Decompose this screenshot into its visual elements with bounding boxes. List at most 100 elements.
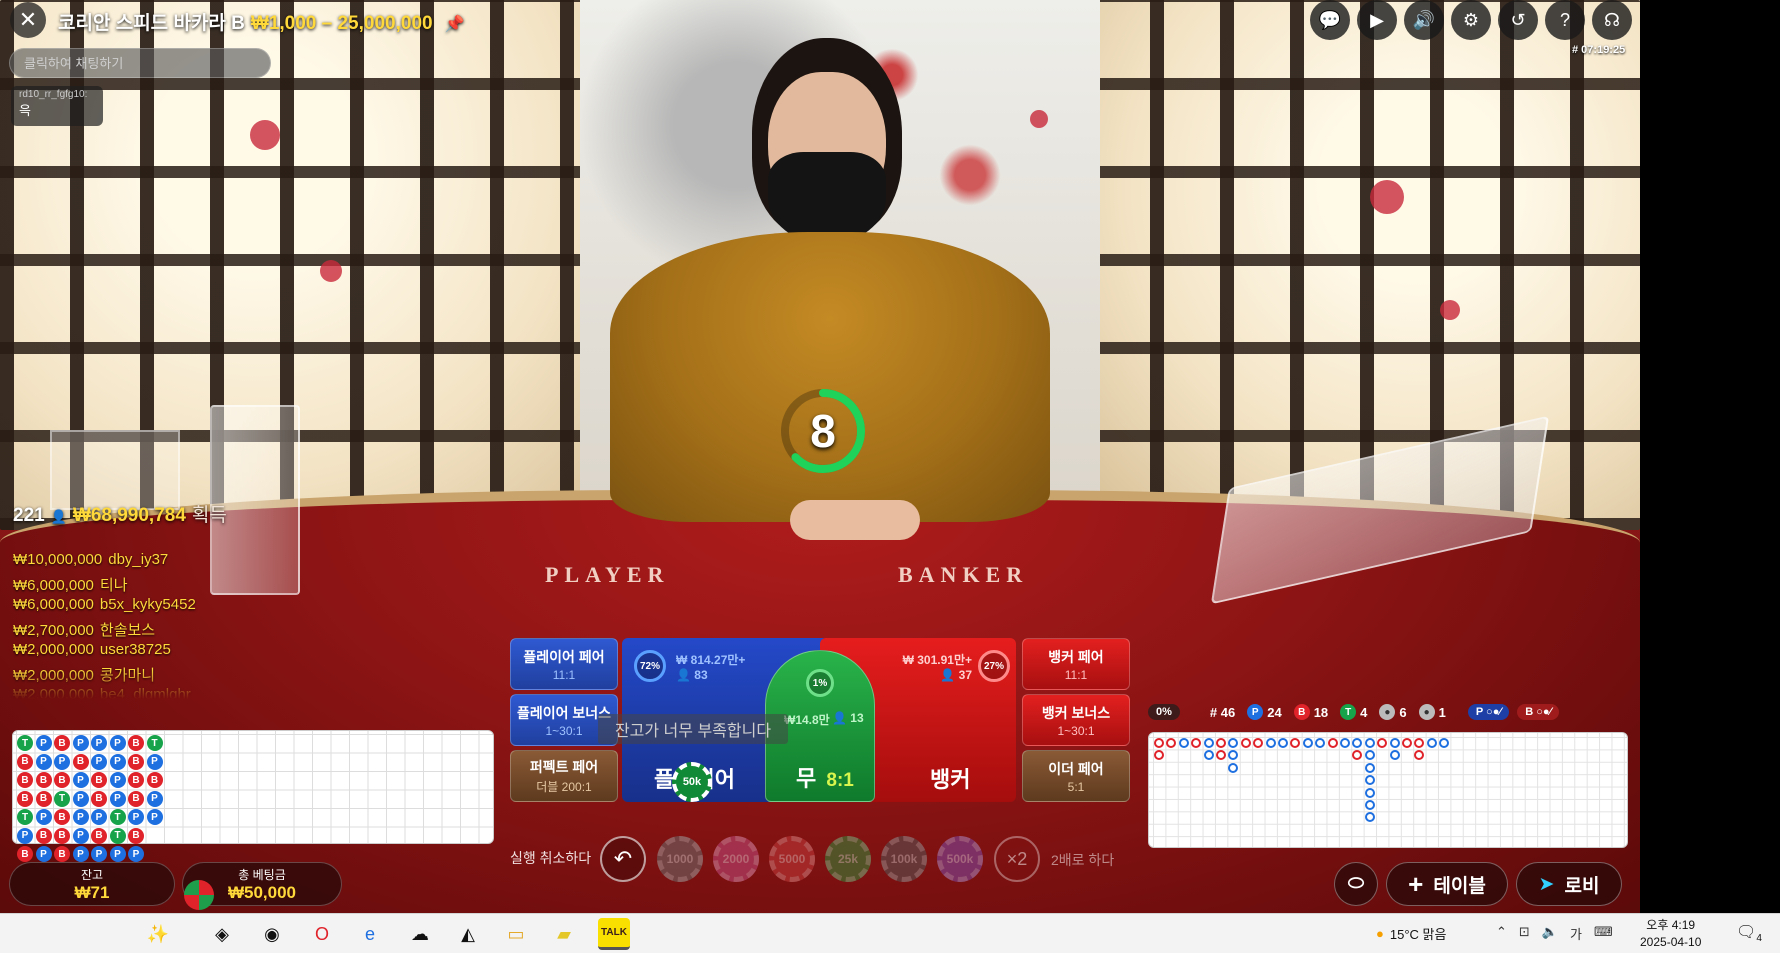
bet-limits: ₩1,000 – 25,000,000 [250,13,433,34]
chat-icon[interactable]: 💬 [1310,0,1350,40]
big-road[interactable] [1148,732,1628,848]
bead-result: P [146,753,163,770]
big-road-mark [1389,750,1400,761]
tie-players: 👤 13 [832,711,864,725]
sound-icon[interactable]: 🔊 [1404,0,1444,40]
history-icon[interactable]: ↺ [1498,0,1538,40]
ie-icon[interactable]: e [354,918,386,950]
dealer-mask [768,152,886,244]
banker-pair-icon: ● [1418,704,1435,720]
weather-widget[interactable]: ● 15°C 맑음 [1376,924,1446,943]
bead-result: P [109,846,126,862]
settings-icon[interactable]: ⚙ [1451,0,1491,40]
close-button[interactable]: ✕ [10,2,46,38]
blossom-decor [250,120,280,150]
clock-date: 2025-04-10 [1640,935,1702,949]
view-toggle-button[interactable]: ⬭ [1334,862,1378,906]
chip-25k[interactable]: 25k [825,836,871,882]
winner-amount: ₩6,000,000 [13,576,94,594]
winner-row: ₩2,000,000 user38725 [13,641,253,664]
bead-road[interactable]: TBBBTPBPPBBPBPBPBTBBBPBPPPPPPPBBPBPPPPPT… [12,730,494,862]
big-road-mark [1377,738,1388,748]
chip-500k[interactable]: 500k [937,836,983,882]
volume-icon[interactable]: 🔈 [1542,924,1558,943]
network-icon[interactable]: ⊡ [1519,924,1530,943]
pin-icon[interactable]: 📌 [445,14,465,34]
winner-name: dby_iy37 [108,551,169,568]
either-pair-bet[interactable]: 이더 페어 5:1 [1022,750,1130,802]
winner-total: ₩68,990,784 [72,505,186,526]
folder-icon[interactable]: ▭ [500,918,532,950]
chrome-icon[interactable]: ◉ [256,918,288,950]
tie-amount: ₩14.8만 [784,713,830,727]
chat-input[interactable] [9,48,271,78]
headset-icon[interactable]: ☊ [1592,0,1632,40]
perfect-pair-bet[interactable]: 퍼펙트 페어 더블 200:1 [510,750,618,802]
big-road-mark [1216,750,1226,761]
perfect-pair-label: 퍼펙트 페어 [529,759,599,775]
big-road-mark [1278,738,1288,748]
banker-predict-button[interactable]: B ○●⁄ [1517,704,1560,720]
lobby-button[interactable]: ➤ 로비 [1516,862,1622,906]
help-icon[interactable]: ? [1545,0,1585,40]
big-road-mark [1228,762,1239,773]
taskbar-clock[interactable]: 오후 4:19 2025-04-10 [1640,917,1701,951]
tie-percent: 1% [806,669,834,697]
opera-icon[interactable]: O [306,918,338,950]
video-icon[interactable]: ▶ [1357,0,1397,40]
bead-result: P [72,827,89,844]
big-road-mark [1389,738,1400,748]
ime-indicator[interactable]: 가 [1570,924,1582,943]
big-road-mark [1364,812,1375,823]
undo-icon: ↶ [613,846,633,871]
banker-players: 👤 37 [940,668,972,682]
winner-amount: ₩6,000,000 [13,596,94,613]
talk-icon[interactable]: TALK [598,918,630,950]
banker-pair-count: 1 [1438,704,1446,720]
table-button[interactable]: + 테이블 [1386,862,1508,906]
sun-icon: ● [1376,926,1384,941]
bead-result: B [35,790,52,807]
banker-bonus-bet[interactable]: 뱅커 보너스 1~30:1 [1022,694,1130,746]
bead-result: B [54,827,70,844]
winner-amount: ₩2,700,000 [13,621,94,639]
keyboard-icon[interactable]: ⌨ [1594,924,1613,943]
bead-result: P [17,827,33,844]
player-predict-button[interactable]: P ○●⁄ [1467,704,1510,720]
banker-bonus-odds: 1~30:1 [1057,723,1095,738]
double-button[interactable]: ×2 [994,836,1040,882]
sparkle-icon[interactable]: ✨ [130,918,186,950]
chip-100k[interactable]: 100k [881,836,927,882]
big-road-mark [1216,738,1226,748]
chip-5000[interactable]: 5000 [769,836,815,882]
undo-button[interactable]: ↶ [600,836,646,882]
big-road-mark [1154,738,1164,748]
chip-2000[interactable]: 2000 [713,836,759,882]
bead-result: B [146,772,163,788]
banker-pair-odds: 11:1 [1064,667,1088,682]
notification-button[interactable]: 🗨4 [1736,922,1762,944]
chevron-up-icon[interactable]: ⌃ [1496,924,1507,943]
system-tray: ⌃ ⊡ 🔈 가 ⌨ [1496,924,1613,943]
winner-row: ₩2,000,000 콩가마니 [13,664,253,687]
player-percent: 72% [634,650,666,682]
windows-taskbar: ✨ ◈ ◉ O e ☁ ◭ ▭ ▰ TALK ● 15°C 맑음 ⌃ ⊡ 🔈 가… [0,913,1780,953]
close-icon: ✕ [18,7,38,32]
app-icon[interactable]: ◭ [452,918,484,950]
cloud-icon[interactable]: ☁ [404,918,436,950]
undo-label: 실행 취소하다 [510,850,592,866]
big-road-mark [1414,750,1425,761]
winner-name: 티나 [99,576,128,594]
bead-result: T [54,790,70,807]
chip-1000[interactable]: 1000 [657,836,703,882]
blossom-decor [1440,300,1460,320]
copilot-icon[interactable]: ◈ [206,918,238,950]
banker-pair-bet[interactable]: 뱅커 페어 11:1 [1022,638,1130,690]
notes-icon[interactable]: ▰ [548,918,580,950]
chip-stack-icon [184,880,214,910]
bead-result: P [72,809,89,825]
games-count: # 46 [1209,704,1236,720]
bead-result: P [91,809,107,825]
player-pair-bet[interactable]: 플레이어 페어 11:1 [510,638,618,690]
weather-text: 15°C 맑음 [1389,927,1447,942]
